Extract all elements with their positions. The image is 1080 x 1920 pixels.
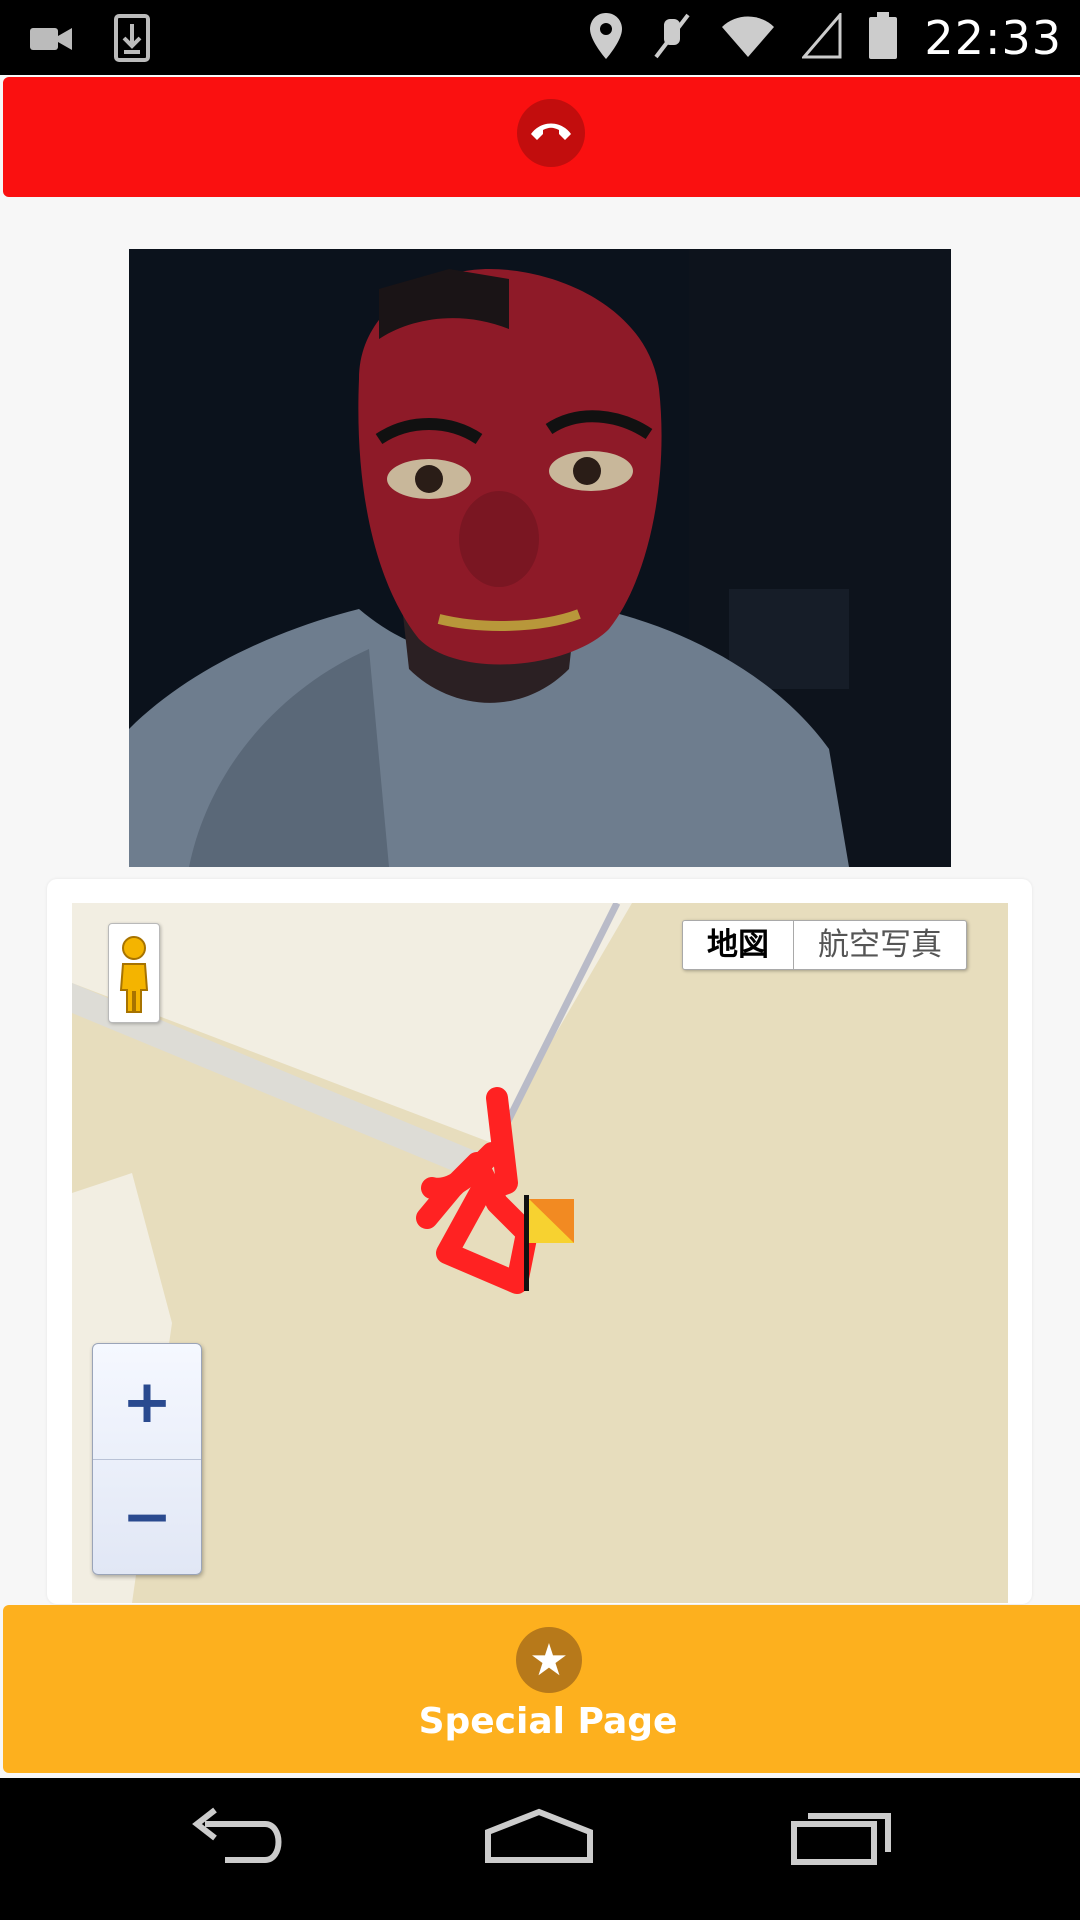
location-icon bbox=[588, 11, 624, 65]
map-view[interactable]: 地図 航空写真 + − bbox=[72, 903, 1008, 1603]
battery-icon bbox=[868, 11, 898, 65]
status-clock: 22:33 bbox=[924, 11, 1062, 65]
home-icon[interactable] bbox=[484, 1802, 594, 1876]
video-call-icon bbox=[28, 14, 76, 66]
mute-icon bbox=[650, 11, 694, 65]
special-page-label: Special Page bbox=[418, 1701, 678, 1742]
remote-video-feed bbox=[129, 249, 951, 867]
map-type-roadmap-button[interactable]: 地図 bbox=[683, 921, 794, 969]
navigation-bar bbox=[0, 1778, 1080, 1920]
hangup-phone-icon bbox=[529, 116, 573, 150]
back-icon[interactable] bbox=[185, 1802, 291, 1876]
hangup-button[interactable] bbox=[517, 99, 585, 167]
signal-icon bbox=[801, 10, 842, 63]
map-type-control: 地図 航空写真 bbox=[682, 920, 967, 970]
download-icon bbox=[114, 14, 150, 66]
special-page-button[interactable]: ★ Special Page bbox=[3, 1605, 1080, 1773]
zoom-in-button[interactable]: + bbox=[93, 1344, 201, 1460]
zoom-control: + − bbox=[92, 1343, 202, 1575]
star-icon: ★ bbox=[516, 1627, 582, 1693]
zoom-out-button[interactable]: − bbox=[93, 1459, 201, 1574]
wifi-icon bbox=[720, 13, 776, 63]
flag-marker-icon[interactable] bbox=[524, 1195, 580, 1295]
status-bar: 22:33 bbox=[0, 0, 1080, 75]
map-type-satellite-button[interactable]: 航空写真 bbox=[794, 921, 966, 969]
street-view-pegman[interactable] bbox=[108, 923, 160, 1023]
recents-icon[interactable] bbox=[790, 1802, 896, 1876]
pegman-icon bbox=[109, 936, 159, 1026]
call-bar bbox=[3, 77, 1080, 197]
